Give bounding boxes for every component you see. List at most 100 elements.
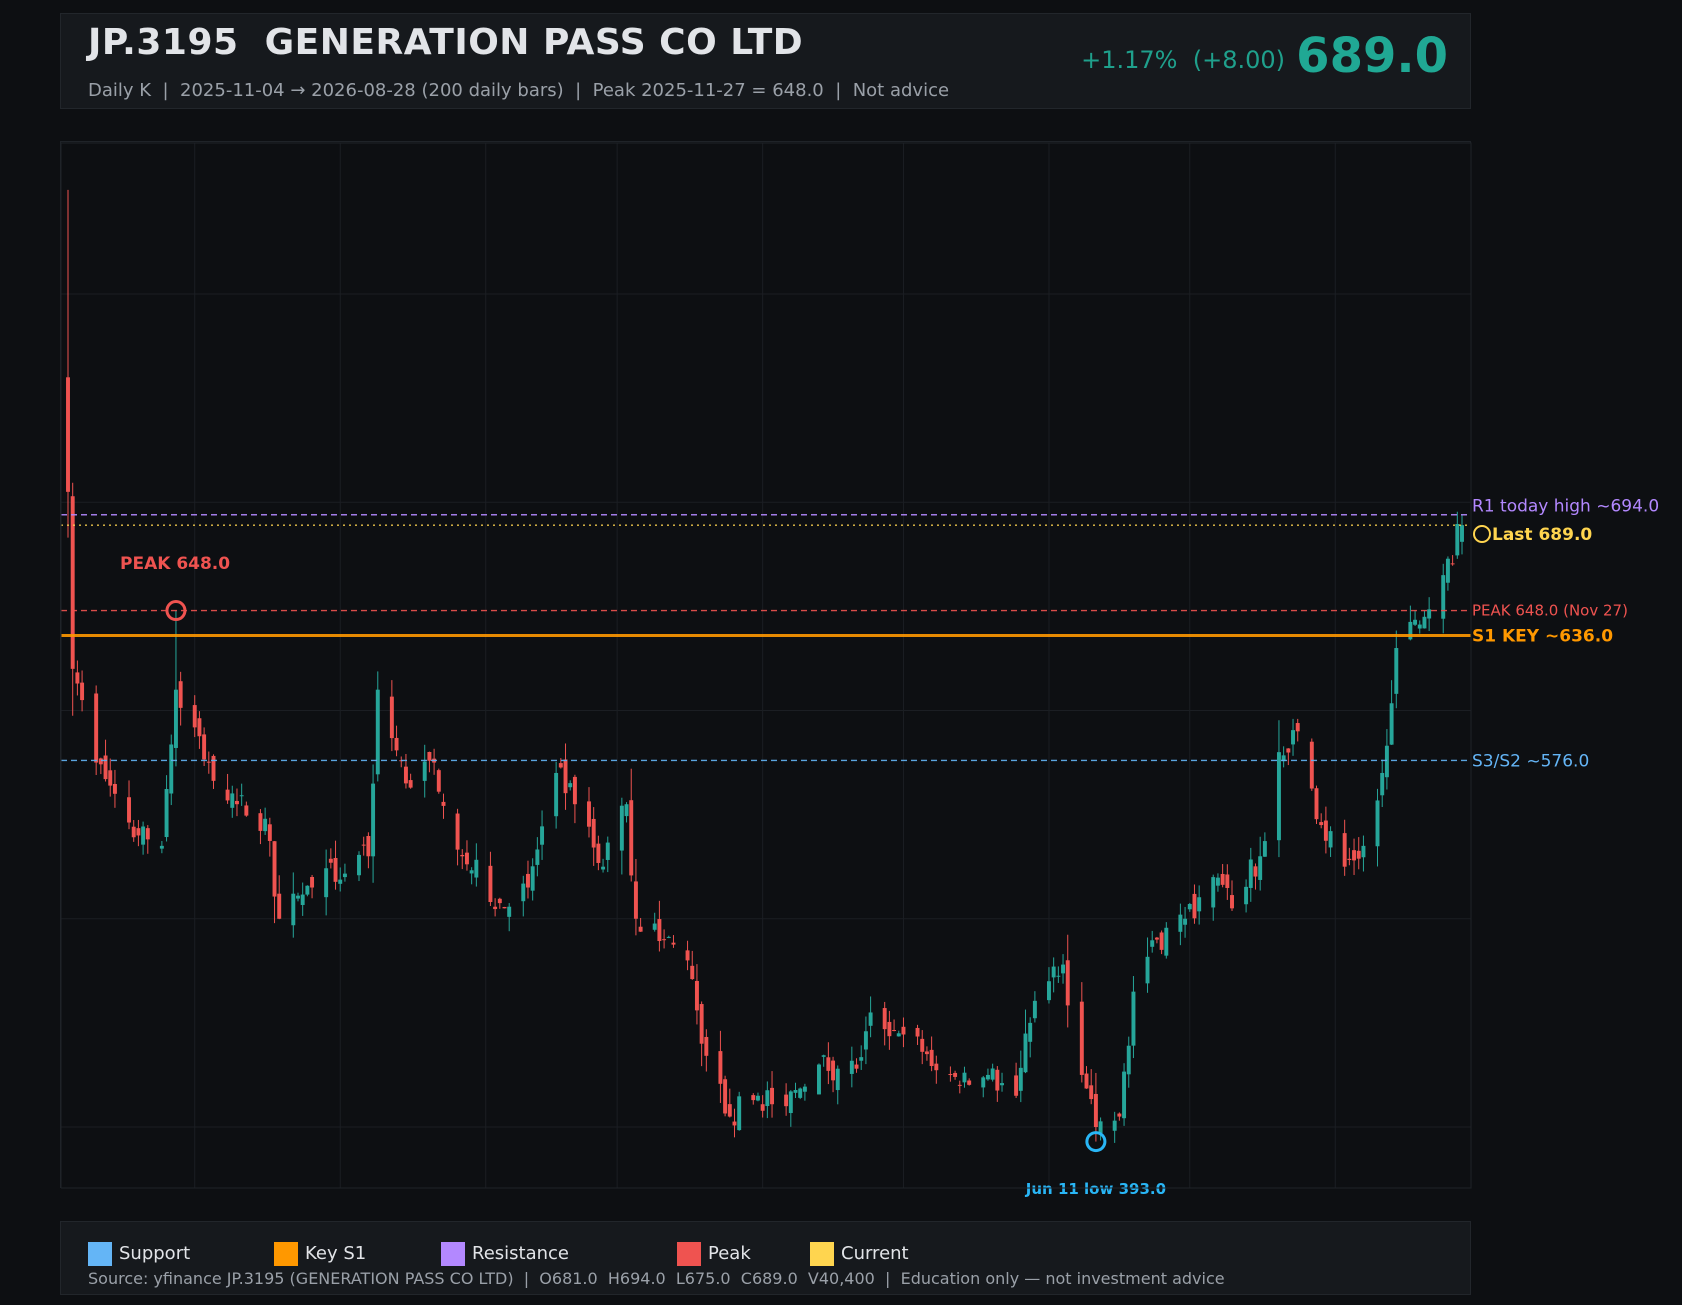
candle-body	[948, 1074, 953, 1076]
candle-body	[1328, 831, 1333, 848]
candle-body	[920, 1038, 925, 1052]
candle-body	[1356, 850, 1361, 859]
candle-body	[863, 1031, 868, 1050]
candle-body	[507, 906, 512, 917]
candle-body	[464, 852, 469, 865]
legend-label-support: Support	[119, 1243, 191, 1264]
candle-body	[1061, 964, 1066, 974]
candle	[94, 685, 99, 775]
candle-body	[732, 1121, 737, 1126]
candle-body	[1178, 914, 1183, 932]
candle-body	[1154, 937, 1159, 940]
candle-body	[403, 766, 408, 784]
candle-body	[572, 776, 577, 805]
candle-body	[1375, 800, 1380, 847]
candle-body	[859, 1057, 864, 1061]
candle-body	[1347, 858, 1352, 860]
x-tick-label: Jan	[326, 1201, 353, 1202]
candle	[817, 1063, 821, 1095]
candle-body	[1230, 895, 1234, 909]
legend-swatch-current	[810, 1242, 834, 1266]
candle-body	[1455, 523, 1460, 556]
level-label-peak: PEAK 648.0 (Nov 27)	[1472, 602, 1628, 620]
candle-body	[882, 1008, 887, 1030]
candle-body	[178, 681, 183, 708]
candle-body	[197, 718, 202, 737]
candle-body	[1192, 893, 1197, 919]
candle-body	[929, 1049, 934, 1067]
candle-body	[234, 800, 239, 805]
candle-body	[526, 873, 530, 888]
peak-annotation: PEAK 648.0	[120, 554, 230, 574]
candle-body	[202, 734, 207, 760]
candle-body	[1028, 1022, 1033, 1042]
candle-body	[1000, 1083, 1004, 1086]
last-price: 689.0	[1296, 28, 1448, 84]
candle-body	[1089, 1085, 1094, 1100]
candlestick-chart: 400500600700800DecJanFebMarAprMayJunJulA…	[61, 142, 1659, 1202]
candle	[1122, 1063, 1127, 1126]
legend-swatch-key-s1	[274, 1242, 298, 1266]
candle-body	[1215, 877, 1220, 886]
candle-body	[1342, 833, 1347, 867]
candle-body	[1319, 822, 1324, 826]
legend-swatch-peak	[677, 1242, 701, 1266]
legend-label-key-s1: Key S1	[305, 1243, 367, 1264]
candle-body	[1150, 940, 1155, 947]
candle-body	[666, 936, 671, 938]
candle-body	[1248, 859, 1253, 888]
legend-swatch-resistance	[441, 1242, 465, 1266]
candle-body	[1126, 1045, 1131, 1075]
candle	[1309, 738, 1314, 791]
candle-body	[460, 854, 465, 857]
x-tick-label: Dec	[178, 1201, 211, 1202]
candle-body	[296, 895, 300, 899]
candle-body	[685, 950, 690, 961]
candle-body	[694, 980, 699, 1011]
candle-body	[206, 761, 211, 763]
x-tick-label: Feb	[471, 1201, 501, 1202]
candle-body	[596, 843, 601, 863]
level-label-s3s2: S3/S2 ~576.0	[1472, 751, 1589, 771]
candle-body	[1262, 841, 1267, 857]
candle-body	[662, 939, 667, 941]
candle-body	[366, 836, 371, 857]
candle-body	[361, 844, 366, 846]
candle-body	[493, 906, 498, 910]
plot-background	[61, 143, 1471, 1188]
candle-body	[1112, 1120, 1117, 1131]
candle-body	[173, 689, 178, 748]
candle-body	[342, 873, 347, 878]
candle-body	[1445, 558, 1450, 583]
candle-body	[1117, 1113, 1122, 1117]
candle-body	[953, 1072, 958, 1077]
candle-body	[291, 893, 296, 926]
candle-body	[136, 828, 141, 836]
candle-body	[267, 824, 272, 841]
candle-body	[995, 1069, 1000, 1091]
candle-body	[535, 849, 540, 865]
candle-body	[427, 751, 432, 761]
candle-body	[652, 923, 657, 930]
candle-body	[690, 965, 695, 980]
candle-body	[1079, 1001, 1084, 1075]
candle-body	[587, 801, 591, 827]
chart-subtitle: Daily K | 2025-11-04 → 2026-08-28 (200 d…	[88, 80, 950, 101]
candle-body	[793, 1089, 798, 1093]
candle-body	[723, 1079, 728, 1114]
x-tick-label: Apr	[748, 1201, 777, 1202]
chart-title: JP.3195 GENERATION PASS CO LTD	[88, 22, 804, 63]
candle-body	[765, 1090, 770, 1107]
candle-body	[371, 783, 376, 857]
candle-body	[901, 1026, 906, 1035]
candle-body	[755, 1095, 760, 1101]
last-price-marker	[1473, 525, 1491, 543]
candle-body	[1417, 624, 1422, 629]
candle-body	[1441, 575, 1446, 619]
candle-body	[80, 682, 85, 701]
candle-body	[849, 1060, 854, 1074]
candle-body	[263, 818, 268, 832]
candle	[798, 1087, 803, 1100]
legend-label-peak: Peak	[708, 1243, 751, 1264]
candle-body	[1314, 788, 1319, 820]
